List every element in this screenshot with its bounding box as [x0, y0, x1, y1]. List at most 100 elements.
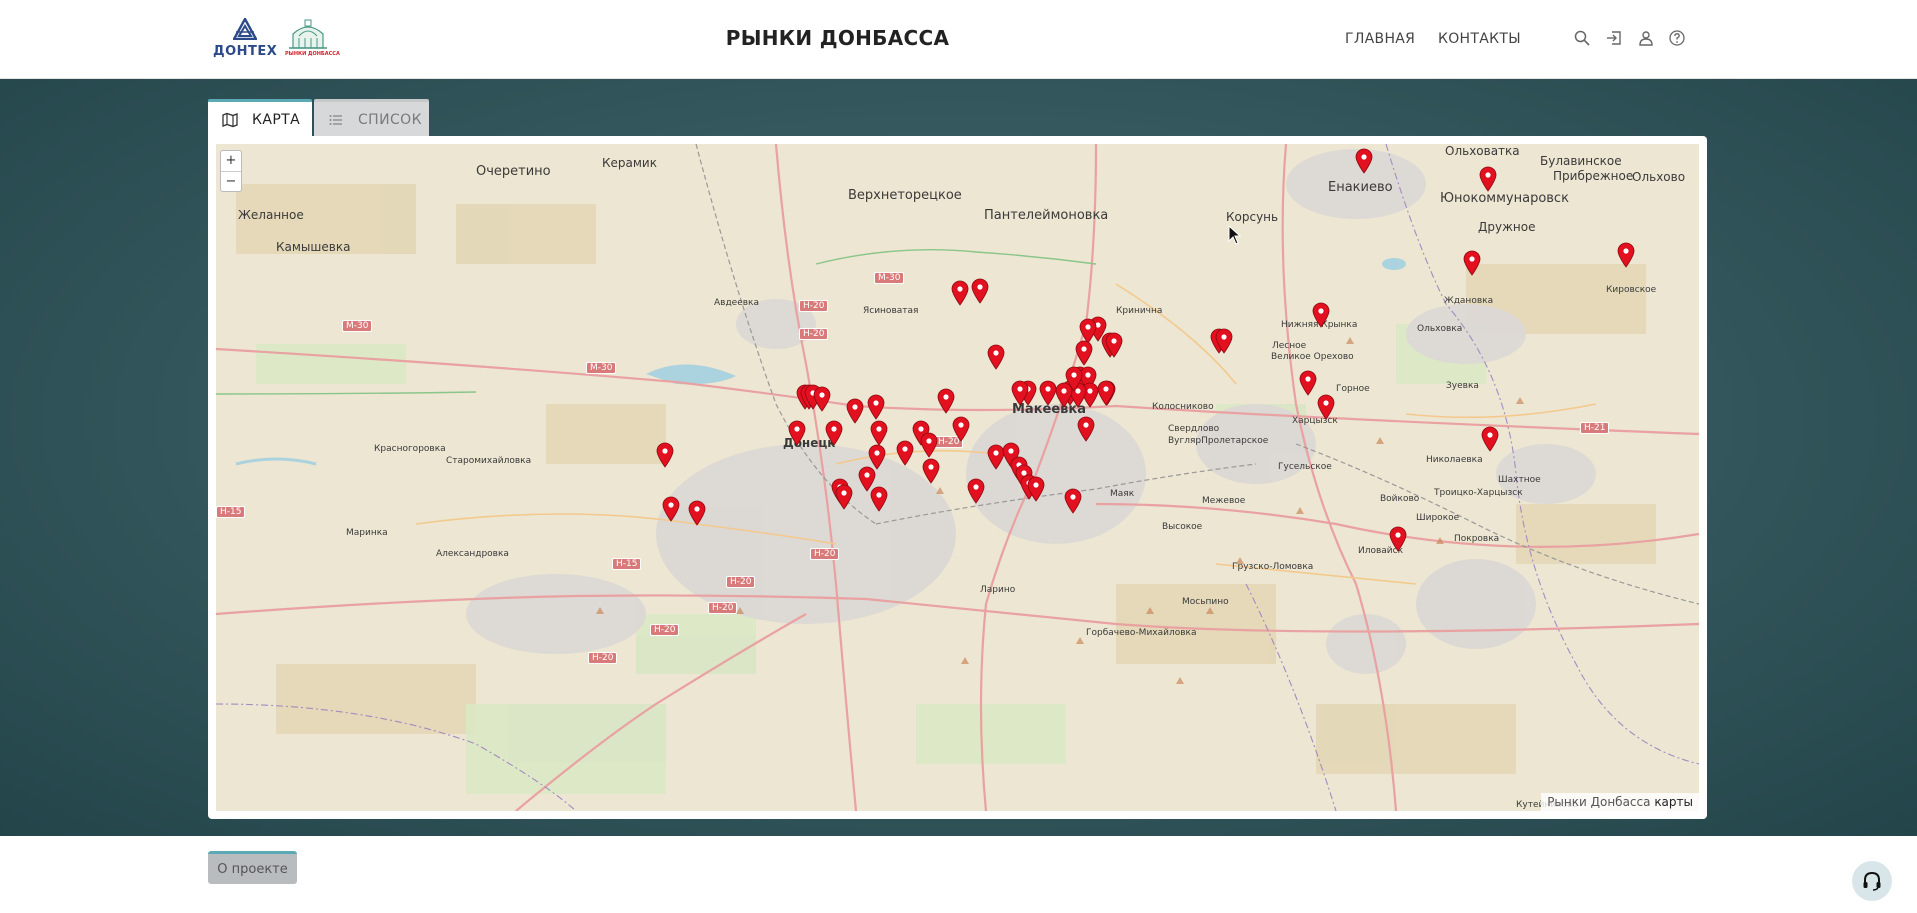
market-marker-icon[interactable] — [688, 500, 706, 526]
place-label: Великое Орехово — [1271, 352, 1354, 362]
help-icon[interactable] — [1668, 29, 1686, 47]
road-badge: Н-20 — [810, 548, 840, 560]
attribution-link[interactable]: карты — [1654, 795, 1693, 809]
place-label: Троицко-Харцызск — [1434, 488, 1523, 498]
market-marker-icon[interactable] — [1463, 250, 1481, 276]
market-marker-icon[interactable] — [1055, 382, 1073, 408]
user-icon[interactable] — [1637, 29, 1655, 47]
place-label: Енакиево — [1328, 180, 1393, 195]
market-marker-icon[interactable] — [1312, 302, 1330, 328]
market-marker-icon[interactable] — [1479, 166, 1497, 192]
road-badge: Н-20 — [650, 624, 680, 636]
market-marker-icon[interactable] — [1355, 148, 1373, 174]
list-icon — [329, 114, 342, 125]
market-marker-icon[interactable] — [1481, 426, 1499, 452]
market-marker-icon[interactable] — [813, 386, 831, 412]
place-label: Горное — [1336, 384, 1370, 394]
mouse-cursor-icon — [1228, 225, 1242, 245]
place-label: Авдеевка — [714, 298, 760, 308]
market-marker-icon[interactable] — [987, 344, 1005, 370]
place-label: Ясиноватая — [863, 306, 919, 316]
place-label: Юнокоммунаровск — [1440, 191, 1569, 206]
market-marker-icon[interactable] — [1299, 370, 1317, 396]
market-marker-icon[interactable] — [1075, 340, 1093, 366]
map-tiles — [216, 144, 1699, 811]
place-label: Ольховка — [1417, 324, 1463, 334]
market-marker-icon[interactable] — [1105, 332, 1123, 358]
market-marker-icon[interactable] — [846, 398, 864, 424]
tab-map-label: КАРТА — [252, 111, 301, 128]
zoom-out-button[interactable]: − — [221, 171, 241, 191]
place-label: Высокое — [1162, 522, 1203, 532]
market-marker-icon[interactable] — [825, 420, 843, 446]
market-marker-icon[interactable] — [662, 496, 680, 522]
tab-list[interactable]: СПИСОК — [314, 99, 429, 137]
map-attribution: Рынки Донбасса карты — [1541, 793, 1699, 811]
market-marker-icon[interactable] — [922, 458, 940, 484]
market-marker-icon[interactable] — [1617, 242, 1635, 268]
market-marker-icon[interactable] — [951, 280, 969, 306]
markets-map[interactable]: Керамик Очеретино Верхнеторецкое Пантеле… — [216, 144, 1699, 811]
login-icon[interactable] — [1605, 29, 1623, 47]
site-header: ДОНТЕХ РЫНКИ ДОНБАССА РЫНКИ ДОНБАССА ГЛА… — [0, 0, 1917, 79]
place-label: Ольховатка — [1445, 144, 1520, 158]
place-label: Кринична — [1116, 306, 1163, 316]
road-badge: Н-15 — [216, 506, 246, 518]
place-label: Камышевка — [276, 240, 351, 254]
place-label: Дружное — [1478, 220, 1536, 234]
market-marker-icon[interactable] — [870, 486, 888, 512]
road-badge: Н-20 — [708, 602, 738, 614]
market-marker-icon[interactable] — [937, 388, 955, 414]
nav-main-link[interactable]: ГЛАВНАЯ — [1345, 31, 1415, 47]
search-icon[interactable] — [1573, 29, 1591, 47]
market-marker-icon[interactable] — [1317, 394, 1335, 420]
tab-map[interactable]: КАРТА — [208, 99, 312, 137]
market-marker-icon[interactable] — [896, 440, 914, 466]
market-marker-icon[interactable] — [835, 484, 853, 510]
place-label: Маринка — [346, 528, 388, 538]
dontech-logo[interactable]: ДОНТЕХ — [210, 18, 278, 60]
nav-contacts-link[interactable]: КОНТАКТЫ — [1438, 31, 1521, 47]
support-button[interactable] — [1852, 861, 1892, 901]
market-marker-icon[interactable] — [867, 394, 885, 420]
place-label: Широкое — [1416, 513, 1460, 523]
place-label: Прибрежное — [1553, 169, 1634, 183]
place-label: Николаевка — [1426, 455, 1483, 465]
market-marker-icon[interactable] — [656, 442, 674, 468]
place-label: Очеретино — [476, 164, 551, 179]
place-label: Александровка — [436, 549, 509, 559]
place-label: Войково — [1380, 494, 1420, 504]
market-marker-icon[interactable] — [1077, 416, 1095, 442]
market-marker-icon[interactable] — [1011, 380, 1029, 406]
place-label: Межевое — [1202, 496, 1246, 506]
rynki-logo-text: РЫНКИ ДОНБАССА — [285, 51, 340, 57]
rynki-donbassa-logo[interactable]: РЫНКИ ДОНБАССА — [285, 18, 340, 60]
market-marker-icon[interactable] — [1389, 526, 1407, 552]
market-marker-icon[interactable] — [971, 278, 989, 304]
market-marker-icon[interactable] — [870, 420, 888, 446]
market-marker-icon[interactable] — [967, 478, 985, 504]
place-label: ВуглярПролетарское — [1168, 436, 1269, 446]
zoom-in-button[interactable]: + — [221, 151, 241, 171]
market-marker-icon[interactable] — [920, 432, 938, 458]
place-label: Гусельское — [1278, 462, 1332, 472]
place-label: Корсунь — [1226, 210, 1279, 224]
tab-list-label: СПИСОК — [358, 111, 422, 128]
market-marker-icon[interactable] — [788, 420, 806, 446]
place-label: Кировское — [1606, 285, 1657, 295]
dontech-logo-icon — [233, 18, 257, 40]
road-badge: Н-20 — [588, 652, 618, 664]
market-marker-icon[interactable] — [1027, 476, 1045, 502]
market-marker-icon[interactable] — [1064, 488, 1082, 514]
road-badge: Н-20 — [799, 328, 829, 340]
market-marker-icon[interactable] — [1215, 328, 1233, 354]
place-label: Покровка — [1454, 534, 1500, 544]
about-project-button[interactable]: О проекте — [208, 851, 297, 884]
market-marker-icon[interactable] — [1039, 380, 1057, 406]
site-title: РЫНКИ ДОНБАССА — [725, 26, 950, 50]
road-badge: М-30 — [342, 320, 373, 332]
market-marker-icon[interactable] — [1097, 380, 1115, 406]
place-label: Старомихайловка — [446, 456, 532, 466]
place-label: Лесное — [1272, 341, 1307, 351]
market-marker-icon[interactable] — [952, 416, 970, 442]
